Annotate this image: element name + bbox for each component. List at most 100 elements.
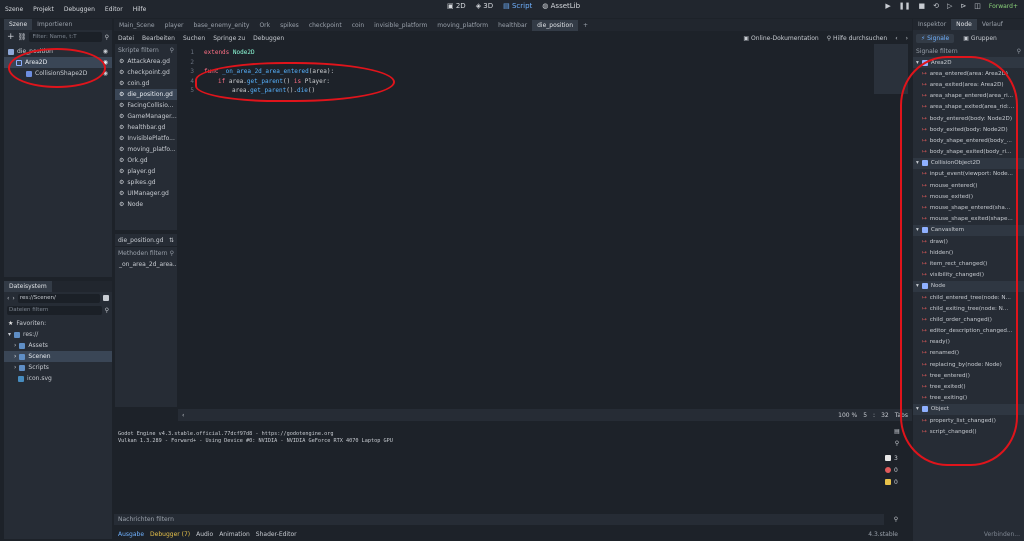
back-icon[interactable]: ‹	[7, 295, 9, 302]
add-tab-icon[interactable]: +	[578, 20, 593, 31]
script-item[interactable]: ⚙ spikes.gd	[115, 177, 177, 188]
editor-tab[interactable]: Main_Scene	[114, 20, 160, 31]
info-icon[interactable]	[885, 455, 891, 461]
script-item[interactable]: ⚙ InvisiblePlatfo...	[115, 133, 177, 144]
switch-3d-label: 3D	[483, 2, 494, 10]
editor-tab[interactable]: spikes	[275, 20, 304, 31]
script-menu-file[interactable]: Datei	[118, 35, 134, 42]
tab-scene[interactable]: Szene	[4, 19, 33, 30]
renderer-select[interactable]: Forward+	[989, 3, 1018, 10]
online-docs-link[interactable]: ▣ Online-Dokumentation	[743, 35, 818, 42]
script-item[interactable]: ⚙ FacingCollisio...	[115, 100, 177, 111]
filter-search-icon[interactable]: ⚲	[885, 440, 909, 452]
prev-script-icon[interactable]: ‹	[895, 35, 897, 42]
add-node-icon[interactable]: +	[7, 32, 15, 42]
play-scene-icon[interactable]: ▷	[947, 2, 952, 10]
editor-tab[interactable]: base_enemy_enity	[189, 20, 255, 31]
groups-tab[interactable]: ▣ Gruppen	[958, 34, 1002, 43]
editor-tab[interactable]: die_position	[532, 19, 579, 31]
script-item[interactable]: ⚙ die_position.gd	[115, 89, 177, 100]
stop-icon[interactable]: ■	[918, 2, 925, 10]
tab-filesystem[interactable]: Dateisystem	[4, 281, 52, 292]
editor-tab[interactable]: healthbar	[493, 20, 532, 31]
files-filter-input[interactable]: Dateien filtern	[7, 305, 102, 315]
switch-script[interactable]: ▤ Script	[503, 2, 532, 10]
menu-help[interactable]: Hilfe	[128, 6, 152, 13]
tab-animation[interactable]: Animation	[219, 531, 250, 538]
script-item[interactable]: ⚙ healthbar.gd	[115, 122, 177, 133]
movie-icon[interactable]: ◫	[974, 2, 981, 10]
script-item[interactable]: ⚙ checkpoint.gd	[115, 67, 177, 78]
script-item[interactable]: ⚙ coin.gd	[115, 78, 177, 89]
tab-output[interactable]: Ausgabe	[118, 531, 144, 538]
switch-assetlib[interactable]: ◍ AssetLib	[542, 2, 580, 10]
script-item[interactable]: ⚙ player.gd	[115, 166, 177, 177]
menu-project[interactable]: Projekt	[28, 6, 59, 13]
editor-tab[interactable]: invisible_platform	[369, 20, 432, 31]
cursor-col: 32	[881, 411, 889, 419]
message-count: 3	[894, 454, 898, 462]
editor-tab[interactable]: Ork	[254, 20, 275, 31]
editor-tab[interactable]: moving_platform	[432, 20, 493, 31]
script-menu-goto[interactable]: Springe zu	[213, 35, 245, 42]
sort-icon[interactable]: ⇅	[169, 237, 174, 244]
fs-folder-scripts[interactable]: › Scripts	[4, 362, 112, 373]
fs-folder-scenen[interactable]: › Scenen	[4, 351, 112, 362]
script-menu-edit[interactable]: Bearbeiten	[142, 35, 175, 42]
signals-filter-input[interactable]: Signale filtern	[916, 48, 958, 55]
pause-icon[interactable]: ❚❚	[899, 2, 911, 10]
editor-tab[interactable]: coin	[347, 20, 369, 31]
line-number: 1	[190, 49, 194, 57]
instance-icon[interactable]: ⛓	[18, 33, 27, 41]
forward-icon[interactable]: ›	[12, 295, 14, 302]
switch-3d[interactable]: ◈ 3D	[476, 2, 493, 10]
editor-tab[interactable]: player	[160, 20, 189, 31]
editor-tab[interactable]: checkpoint	[304, 20, 347, 31]
remote-debug-icon[interactable]: ⟲	[933, 2, 939, 10]
tab-debugger[interactable]: Debugger (7)	[150, 531, 190, 538]
fs-root[interactable]: ▾ res://	[4, 329, 112, 340]
search-icon[interactable]: ⚲	[105, 34, 109, 41]
script-item[interactable]: ⚙ moving_platfo...	[115, 144, 177, 155]
tab-import[interactable]: Importieren	[32, 19, 77, 30]
play-custom-icon[interactable]: ⊳	[960, 2, 966, 10]
layout-icon[interactable]	[103, 295, 109, 301]
script-item[interactable]: ⚙ AttackArea.gd	[115, 56, 177, 67]
menu-editor[interactable]: Editor	[100, 6, 128, 13]
script-menu-search[interactable]: Suchen	[183, 35, 205, 42]
connect-button[interactable]: Verbinden...	[984, 531, 1020, 538]
method-item[interactable]: _on_area_2d_area...	[115, 259, 177, 270]
scripts-filter-input[interactable]: Skripte filtern	[118, 47, 159, 54]
fs-file-icon-svg[interactable]: icon.svg	[4, 373, 112, 384]
script-item[interactable]: ⚙ Node	[115, 199, 177, 210]
search-help-link[interactable]: ⚲ Hilfe durchsuchen	[827, 35, 887, 42]
tab-shader-editor[interactable]: Shader-Editor	[256, 531, 297, 538]
error-icon[interactable]	[885, 467, 891, 473]
script-item[interactable]: ⚙ UIManager.gd	[115, 188, 177, 199]
play-icon[interactable]: ▶	[885, 2, 890, 10]
menu-debug[interactable]: Debuggen	[59, 6, 100, 13]
messages-filter-input[interactable]: Nachrichten filtern	[114, 514, 884, 525]
error-count: 0	[894, 466, 898, 474]
zoom-label[interactable]: 100 %	[838, 412, 857, 419]
tab-audio[interactable]: Audio	[196, 531, 213, 538]
warning-icon[interactable]	[885, 479, 891, 485]
menu-scene[interactable]: Szene	[0, 6, 28, 13]
tab-node[interactable]: Node	[951, 19, 977, 30]
script-menu-debug[interactable]: Debuggen	[253, 35, 284, 42]
search-icon[interactable]: ⚲	[105, 307, 109, 314]
path-input[interactable]: res://Scenen/	[17, 293, 100, 303]
script-item[interactable]: ⚙ Ork.gd	[115, 155, 177, 166]
switch-2d[interactable]: ▣ 2D	[447, 2, 466, 10]
eye-icon[interactable]: ◉	[103, 48, 108, 55]
scene-filter-input[interactable]: Filter: Name, t:T	[29, 32, 102, 42]
fs-favorites[interactable]: ★ Favoriten:	[4, 318, 112, 329]
script-item[interactable]: ⚙ GameManager...	[115, 111, 177, 122]
methods-filter-input[interactable]: Methoden filtern	[118, 250, 168, 257]
tab-inspector[interactable]: Inspektor	[913, 19, 951, 30]
tab-history[interactable]: Verlauf	[977, 19, 1008, 30]
fs-folder-assets[interactable]: › Assets	[4, 340, 112, 351]
signals-tab[interactable]: ⚡ Signale	[916, 34, 955, 43]
next-script-icon[interactable]: ›	[906, 35, 908, 42]
collapse-left-icon[interactable]: ‹	[182, 412, 184, 419]
